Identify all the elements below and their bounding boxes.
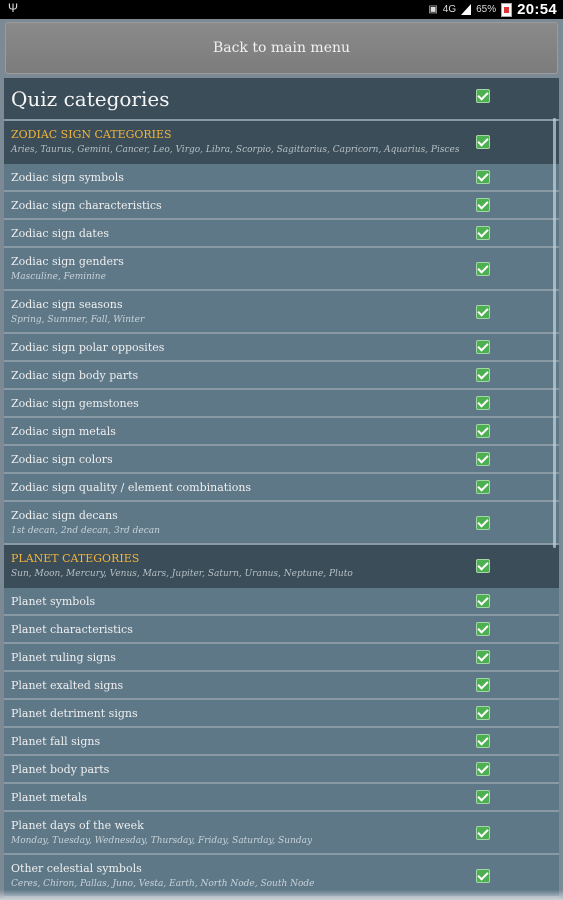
categories-list[interactable]: Quiz categories ZODIAC SIGN CATEGORIES Ar… [4, 78, 559, 900]
category-checkbox[interactable] [476, 340, 490, 354]
category-checkbox[interactable] [476, 396, 490, 410]
category-row[interactable]: Zodiac sign polar opposites [4, 334, 559, 362]
category-checkbox[interactable] [476, 135, 490, 149]
category-row[interactable]: Zodiac sign gemstones [4, 390, 559, 418]
category-checkbox[interactable] [476, 226, 490, 240]
category-label: Zodiac sign colors [11, 453, 113, 466]
category-checkbox[interactable] [476, 262, 490, 276]
category-checkbox[interactable] [476, 170, 490, 184]
back-to-main-menu-button[interactable]: Back to main menu [5, 22, 558, 74]
category-checkbox[interactable] [476, 678, 490, 692]
category-label: Zodiac sign decans [11, 509, 118, 522]
category-checkbox[interactable] [476, 826, 490, 840]
category-label: Zodiac sign body parts [11, 369, 139, 382]
category-row[interactable]: Zodiac sign characteristics [4, 192, 559, 220]
category-label: Zodiac sign dates [11, 227, 110, 240]
category-label: Planet exalted signs [11, 679, 124, 692]
no-sim-icon: ▣ [428, 4, 438, 15]
category-header-label: ZODIAC SIGN CATEGORIES [11, 128, 172, 141]
category-row[interactable]: Zodiac sign decans 1st decan, 2nd decan, … [4, 502, 559, 545]
category-checkbox[interactable] [476, 424, 490, 438]
category-checkbox[interactable] [476, 594, 490, 608]
category-checkbox[interactable] [476, 650, 490, 664]
category-label: Planet body parts [11, 763, 110, 776]
category-row[interactable]: Planet exalted signs [4, 672, 559, 700]
select-all-checkbox[interactable] [476, 89, 490, 103]
category-row[interactable]: Zodiac sign dates [4, 220, 559, 248]
category-row[interactable]: Zodiac sign symbols [4, 164, 559, 192]
status-right: ▣ 4G 65% 20:54 [428, 1, 557, 18]
category-checkbox[interactable] [476, 706, 490, 720]
battery-icon [501, 2, 513, 17]
category-row[interactable]: Zodiac sign genders Masculine, Feminine [4, 248, 559, 291]
category-row[interactable]: Planet days of the week Monday, Tuesday, … [4, 812, 559, 855]
network-type: 4G [442, 4, 457, 15]
category-header-row[interactable]: ZODIAC SIGN CATEGORIES Aries, Taurus, Gem… [4, 121, 559, 164]
category-row[interactable]: Zodiac sign seasons Spring, Summer, Fall,… [4, 291, 559, 334]
page-title: Quiz categories [11, 87, 170, 111]
category-row[interactable]: Planet detriment signs [4, 700, 559, 728]
category-subtitle: 1st decan, 2nd decan, 3rd decan [11, 526, 160, 536]
category-row[interactable]: Planet characteristics [4, 616, 559, 644]
scrollbar[interactable] [553, 118, 556, 548]
category-row[interactable]: Zodiac sign colors [4, 446, 559, 474]
category-row[interactable]: Planet fall signs [4, 728, 559, 756]
category-checkbox[interactable] [476, 734, 490, 748]
category-label: Zodiac sign seasons [11, 298, 123, 311]
category-row[interactable]: Planet body parts [4, 756, 559, 784]
status-bar: Ψ ▣ 4G 65% 20:54 [0, 0, 563, 19]
category-label: Planet ruling signs [11, 651, 116, 664]
category-subtitle: Sun, Moon, Mercury, Venus, Mars, Jupiter… [11, 569, 353, 579]
category-checkbox[interactable] [476, 452, 490, 466]
usb-icon: Ψ [8, 1, 19, 15]
category-checkbox[interactable] [476, 198, 490, 212]
signal-icon [461, 4, 472, 15]
category-header-label: PLANET CATEGORIES [11, 552, 140, 565]
category-label: Planet fall signs [11, 735, 101, 748]
category-label: Zodiac sign quality / element combinatio… [11, 481, 252, 494]
category-row[interactable]: Zodiac sign body parts [4, 362, 559, 390]
category-row[interactable]: Planet ruling signs [4, 644, 559, 672]
category-label: Planet symbols [11, 595, 96, 608]
clock: 20:54 [517, 1, 557, 18]
category-label: Zodiac sign genders [11, 255, 124, 268]
category-row[interactable]: Planet symbols [4, 588, 559, 616]
category-label: Zodiac sign metals [11, 425, 116, 438]
bottom-edge-shadow [0, 890, 563, 900]
category-subtitle: Ceres, Chiron, Pallas, Juno, Vesta, Eart… [11, 879, 315, 889]
category-subtitle: Masculine, Feminine [11, 272, 106, 282]
category-label: Other celestial symbols [11, 862, 142, 875]
category-subtitle: Monday, Tuesday, Wednesday, Thursday, Fr… [11, 836, 313, 846]
category-checkbox[interactable] [476, 559, 490, 573]
category-label: Zodiac sign symbols [11, 171, 124, 184]
category-subtitle: Spring, Summer, Fall, Winter [11, 315, 145, 325]
category-checkbox[interactable] [476, 762, 490, 776]
category-checkbox[interactable] [476, 790, 490, 804]
battery-percent: 65% [476, 4, 497, 15]
category-subtitle: Aries, Taurus, Gemini, Cancer, Leo, Virg… [11, 145, 460, 155]
category-label: Planet characteristics [11, 623, 133, 636]
category-row[interactable]: Planet metals [4, 784, 559, 812]
category-label: Zodiac sign polar opposites [11, 341, 165, 354]
category-row[interactable]: Zodiac sign metals [4, 418, 559, 446]
category-checkbox[interactable] [476, 480, 490, 494]
quiz-categories-title-row: Quiz categories [4, 78, 559, 121]
category-label: Zodiac sign characteristics [11, 199, 162, 212]
category-checkbox[interactable] [476, 869, 490, 883]
category-checkbox[interactable] [476, 516, 490, 530]
category-row[interactable]: Zodiac sign quality / element combinatio… [4, 474, 559, 502]
category-label: Zodiac sign gemstones [11, 397, 139, 410]
category-label: Planet metals [11, 791, 88, 804]
category-checkbox[interactable] [476, 368, 490, 382]
category-header-row[interactable]: PLANET CATEGORIES Sun, Moon, Mercury, Ven… [4, 545, 559, 588]
category-checkbox[interactable] [476, 622, 490, 636]
category-label: Planet detriment signs [11, 707, 138, 720]
category-label: Planet days of the week [11, 819, 144, 832]
category-checkbox[interactable] [476, 305, 490, 319]
